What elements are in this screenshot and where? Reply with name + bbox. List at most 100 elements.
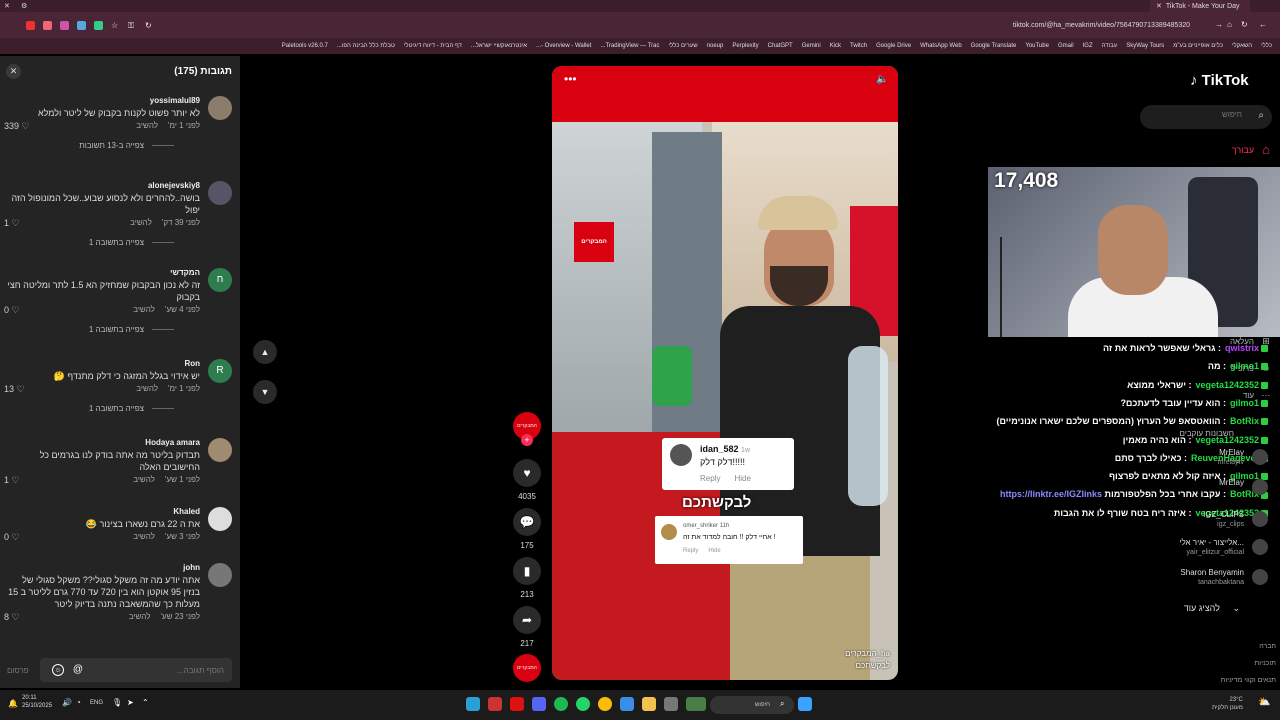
nav-for-you[interactable]: עבורך ⌂ xyxy=(1232,142,1270,157)
suggested-account[interactable]: אלייצור - יאיר אלי... yair_elitzur_offici… xyxy=(1179,538,1244,558)
comment-username[interactable]: yossimalul89 xyxy=(150,96,200,105)
reply-button[interactable]: להשיב xyxy=(133,475,155,484)
comment-like[interactable]: 0 ♡ xyxy=(4,532,20,543)
telegram-app-icon[interactable] xyxy=(466,697,480,711)
spotify-icon[interactable] xyxy=(554,697,568,711)
bookmark-item[interactable]: Gmail xyxy=(1058,43,1074,49)
browser-tab-active[interactable]: ✕ TikTok - Make Your Day xyxy=(1150,0,1250,12)
bookmark-item[interactable]: טבלת כלל הבינה הפו... xyxy=(337,43,395,49)
bookmark-item[interactable]: אינטרנאוקשיי ישראל... xyxy=(471,43,527,49)
footer-link[interactable]: תנאים וקווי מדיניות xyxy=(1221,677,1276,684)
refresh-icon[interactable]: ↻ xyxy=(145,21,154,30)
avatar[interactable] xyxy=(208,507,232,531)
emoji-icon[interactable]: ☺ xyxy=(52,664,64,676)
discord-icon[interactable] xyxy=(532,697,546,711)
mention-icon[interactable]: @ xyxy=(72,664,84,676)
url-text[interactable]: tiktok.com/@ha_mevakrim/video/7564790713… xyxy=(1013,22,1190,29)
extension-icon[interactable] xyxy=(77,20,86,30)
view-replies-button[interactable]: צפייה ב-13 תשובות xyxy=(79,141,174,150)
video-player[interactable]: ••• 🔈 המבקרים idan_582 1w דלק דלק!!!!! R… xyxy=(552,66,898,680)
previous-video-button[interactable]: ▲ xyxy=(253,340,277,364)
avatar[interactable] xyxy=(1252,539,1268,555)
comment-like[interactable]: 13 ♡ xyxy=(4,384,25,395)
bookmark-item[interactable]: עבודה xyxy=(1102,43,1118,49)
comment-username[interactable]: Khaled xyxy=(173,507,200,516)
language-indicator[interactable]: ENG xyxy=(90,700,103,706)
comment-username[interactable]: Ron xyxy=(184,359,200,368)
bookmark-item[interactable]: Gemini xyxy=(802,43,821,49)
search-box[interactable]: ⌕ xyxy=(1140,105,1272,129)
address-bar[interactable]: tiktok.com/@ha_mevakrim/video/7564790713… xyxy=(1013,16,1190,34)
close-icon[interactable]: ✕ xyxy=(6,64,21,79)
youtube-icon[interactable] xyxy=(26,20,35,30)
search-input[interactable] xyxy=(1152,110,1242,119)
heart-icon[interactable]: ♡ xyxy=(12,305,20,315)
bookmark-item[interactable]: ChatGPT xyxy=(768,43,793,49)
heart-icon[interactable]: ♡ xyxy=(12,612,20,622)
follow-plus-icon[interactable]: + xyxy=(521,434,533,446)
avatar[interactable] xyxy=(1252,479,1268,495)
star-icon[interactable]: ☆ xyxy=(111,21,120,30)
show-more-button[interactable]: להציג עוד ⌄ xyxy=(1184,603,1240,614)
suggested-account[interactable]: Sharon Benyamin tanachbaktana xyxy=(1180,568,1244,588)
folder-icon[interactable] xyxy=(642,697,656,711)
bookmark-item[interactable]: Google Translate xyxy=(971,43,1017,49)
like-button[interactable]: ♥ xyxy=(513,459,541,487)
next-video-button[interactable]: ▼ xyxy=(253,380,277,404)
bookmark-item[interactable]: Overview - Wallet -... xyxy=(536,43,591,49)
comment-like[interactable]: 1 ♡ xyxy=(4,475,20,486)
bookmark-item[interactable]: השאקלי xyxy=(1232,43,1252,49)
weather-widget[interactable]: 23°C מעונן חלקית xyxy=(1212,696,1243,712)
back-icon[interactable]: ← xyxy=(1259,20,1268,29)
widget-icon[interactable] xyxy=(686,697,706,711)
heart-icon[interactable]: ♡ xyxy=(12,218,20,228)
suggested-account[interactable]: IGZ_CLIPS igz_clips xyxy=(1203,510,1244,530)
bookmark-item[interactable]: SkyWay Tours xyxy=(1126,43,1164,49)
bookmark-item[interactable]: Perplexity xyxy=(732,43,758,49)
reply-button[interactable]: להשיב xyxy=(136,121,158,130)
chat-username[interactable]: vegeta1242352 xyxy=(1195,380,1259,390)
windows-start-icon[interactable] xyxy=(798,697,812,711)
avatar[interactable] xyxy=(1252,449,1268,465)
avatar[interactable] xyxy=(208,438,232,462)
view-replies-button[interactable]: צפייה בתשובה 1 xyxy=(89,325,174,334)
bookmark-item[interactable]: IGZ xyxy=(1083,43,1093,49)
avatar[interactable] xyxy=(208,96,232,120)
reload-icon[interactable]: ↻ xyxy=(1241,20,1250,29)
bookmark-item[interactable]: Kick xyxy=(830,43,841,49)
tiktok-logo[interactable]: ♪ TikTok xyxy=(1190,72,1249,89)
close-icon[interactable]: ✕ xyxy=(4,2,13,11)
volume-icon[interactable]: 🔈 xyxy=(876,74,890,86)
share-button[interactable]: ➦ xyxy=(513,606,541,634)
telegram-icon[interactable]: ➤ xyxy=(127,698,134,707)
reply-button[interactable]: להשיב xyxy=(133,532,155,541)
app-icon[interactable] xyxy=(510,697,524,711)
avatar[interactable] xyxy=(1252,511,1268,527)
bookmark-item[interactable]: noeup xyxy=(707,43,724,49)
heart-icon[interactable]: ♡ xyxy=(22,121,30,131)
view-replies-button[interactable]: צפייה בתשובה 1 xyxy=(89,404,174,413)
bookmark-item[interactable]: שערים כללי xyxy=(669,43,698,49)
suggested-account[interactable]: MrElay mrelaytv xyxy=(1218,448,1244,468)
forward-icon[interactable]: → xyxy=(1215,20,1224,29)
view-replies-button[interactable]: צפייה בתשובה 1 xyxy=(89,238,174,247)
volume-icon[interactable]: 🔊 xyxy=(62,698,72,707)
comment-username[interactable]: המקדשי xyxy=(170,268,200,277)
comment-like[interactable]: 1 ♡ xyxy=(4,218,20,229)
tab-close-icon[interactable]: ✕ xyxy=(1156,2,1162,10)
comment-username[interactable]: alonejevskiy8 xyxy=(148,181,200,190)
chat-username[interactable]: BotRix xyxy=(1230,416,1259,426)
bookmark-item[interactable]: Twitch xyxy=(850,43,867,49)
reply-button[interactable]: להשיב xyxy=(136,384,158,393)
comment-like[interactable]: 8 ♡ xyxy=(4,612,20,623)
mic-icon[interactable]: 🎙 xyxy=(112,698,122,707)
bookmark-item[interactable]: TradingView — Trac... xyxy=(600,43,659,49)
avatar[interactable] xyxy=(1252,569,1268,585)
extension-icon[interactable] xyxy=(94,20,103,30)
whatsapp-icon[interactable] xyxy=(576,697,590,711)
post-button[interactable]: פרסום xyxy=(7,666,29,675)
app-icon[interactable] xyxy=(488,697,502,711)
chat-link[interactable]: https://linktr.ee/IGZlinks xyxy=(1000,489,1102,499)
comment-username[interactable]: john xyxy=(183,563,200,572)
search-icon[interactable]: ⌕ xyxy=(1258,110,1264,121)
